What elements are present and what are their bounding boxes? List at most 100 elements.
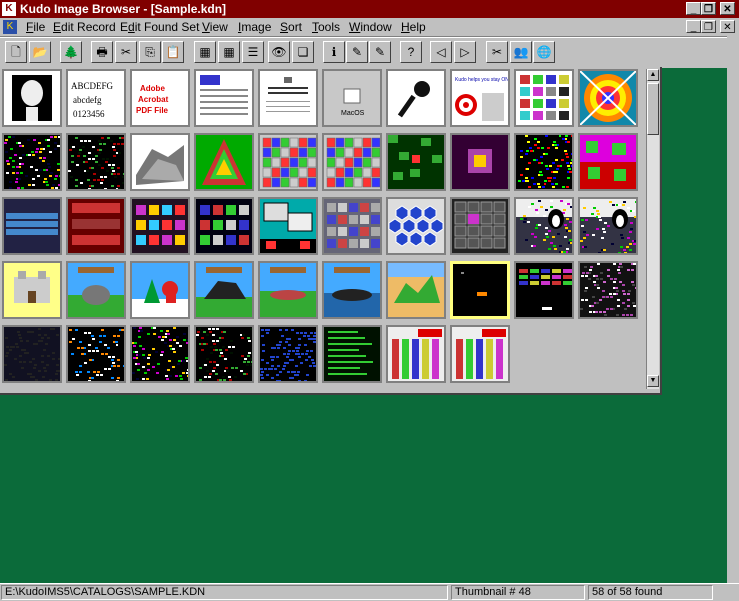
thumbnail[interactable] bbox=[578, 197, 638, 255]
thumbnail[interactable] bbox=[130, 133, 190, 191]
info-icon[interactable]: ℹ bbox=[323, 41, 345, 63]
thumbnail[interactable] bbox=[130, 197, 190, 255]
menu-help[interactable]: Help bbox=[401, 20, 426, 34]
svg-text:Kudo helps you stay ON TARGET!: Kudo helps you stay ON TARGET! bbox=[455, 77, 508, 83]
menu-file[interactable]: File bbox=[26, 20, 45, 34]
thumbnail[interactable] bbox=[450, 197, 510, 255]
menu-edit-found-set[interactable]: Edit Found Set bbox=[120, 20, 199, 34]
thumbnail[interactable] bbox=[194, 261, 254, 319]
thumbnail[interactable] bbox=[322, 133, 382, 191]
thumbnail[interactable] bbox=[258, 261, 318, 319]
stack-icon[interactable]: ❏ bbox=[292, 41, 314, 63]
thumbnail[interactable] bbox=[130, 325, 190, 383]
view-image-icon[interactable]: 👁 bbox=[268, 41, 290, 63]
thumbnail[interactable] bbox=[322, 197, 382, 255]
thumbnail[interactable]: MacOS bbox=[322, 69, 382, 127]
svg-text:Adobe: Adobe bbox=[140, 84, 165, 93]
title-bar: K Kudo Image Browser - [Sample.kdn] _ ❐ … bbox=[0, 0, 739, 18]
thumbnail[interactable] bbox=[130, 261, 190, 319]
new-file-icon[interactable]: 🗋 bbox=[5, 41, 27, 63]
thumbnail[interactable] bbox=[66, 197, 126, 255]
thumbnail[interactable] bbox=[66, 133, 126, 191]
toolbar: 🗋 📂 🌲 🖶 ✂ ⎘ 📋 ▦ ▦ ☰ 👁 ❏ ℹ ✎ ✎? ◁ ▷ ✂ 👥 🌐 bbox=[0, 37, 739, 68]
thumbnail[interactable] bbox=[514, 197, 574, 255]
thumbnail[interactable] bbox=[386, 261, 446, 319]
tools-icon[interactable]: ✂ bbox=[486, 41, 508, 63]
thumbnail[interactable] bbox=[322, 261, 382, 319]
thumbnail[interactable] bbox=[258, 197, 318, 255]
paste-icon[interactable]: 📋 bbox=[162, 41, 184, 63]
thumbnail[interactable]: Kudo helps you stay ON TARGET! bbox=[450, 69, 510, 127]
thumbnail[interactable] bbox=[258, 69, 318, 127]
thumbnail[interactable] bbox=[514, 133, 574, 191]
thumbnail[interactable] bbox=[578, 133, 638, 191]
thumbnail[interactable] bbox=[2, 133, 62, 191]
scroll-down-icon[interactable]: ▼ bbox=[647, 375, 659, 387]
globe-icon[interactable]: 🌐 bbox=[533, 41, 555, 63]
app-icon[interactable]: K bbox=[2, 2, 16, 16]
grid-scrollbar[interactable]: ▲ ▼ bbox=[646, 69, 659, 389]
cut-icon[interactable]: ✂ bbox=[115, 41, 137, 63]
thumbnail[interactable] bbox=[2, 69, 62, 127]
copy-icon[interactable]: ⎘ bbox=[139, 41, 161, 63]
find-next-icon[interactable]: ▷ bbox=[454, 41, 476, 63]
thumbnail[interactable] bbox=[194, 197, 254, 255]
thumbnail[interactable] bbox=[450, 325, 510, 383]
thumbnail-view-small-icon[interactable]: ▦ bbox=[218, 41, 240, 63]
document-icon[interactable]: K bbox=[3, 20, 17, 34]
thumbnail[interactable] bbox=[386, 197, 446, 255]
thumbnail[interactable] bbox=[66, 261, 126, 319]
restore-button[interactable]: ❐ bbox=[701, 2, 716, 15]
thumbnail[interactable] bbox=[386, 325, 446, 383]
doc-minimize-button[interactable]: _ bbox=[686, 20, 701, 33]
open-folder-icon[interactable]: 📂 bbox=[29, 41, 51, 63]
thumbnail[interactable] bbox=[386, 69, 446, 127]
thumbnail[interactable] bbox=[194, 133, 254, 191]
thumbnail[interactable] bbox=[194, 325, 254, 383]
wand-icon[interactable]: ✎ bbox=[346, 41, 368, 63]
thumbnail[interactable]: Adobe Acrobat PDF File bbox=[130, 69, 190, 127]
help-question-icon[interactable]: ? bbox=[400, 41, 422, 63]
main-scrollbar[interactable] bbox=[727, 36, 739, 584]
thumbnail[interactable] bbox=[2, 325, 62, 383]
thumbnail[interactable] bbox=[322, 325, 382, 383]
menu-image[interactable]: Image bbox=[238, 20, 271, 34]
minimize-button[interactable]: _ bbox=[686, 2, 701, 15]
thumbnail[interactable] bbox=[66, 325, 126, 383]
thumbnail[interactable] bbox=[578, 69, 638, 127]
thumbnail[interactable]: ABCDEFG abcdefg 0123456 bbox=[66, 69, 126, 127]
close-button[interactable]: ✕ bbox=[720, 2, 735, 15]
menu-bar: K File Edit Record Edit Found Set View I… bbox=[0, 18, 739, 37]
status-found: 58 of 58 found bbox=[588, 585, 713, 600]
thumbnail[interactable] bbox=[194, 69, 254, 127]
people-icon[interactable]: 👥 bbox=[510, 41, 532, 63]
thumbnail[interactable] bbox=[450, 261, 510, 319]
thumbnail[interactable] bbox=[514, 69, 574, 127]
catalog-icon[interactable]: 🌲 bbox=[60, 41, 82, 63]
list-view-icon[interactable]: ☰ bbox=[242, 41, 264, 63]
thumbnail[interactable] bbox=[450, 133, 510, 191]
thumbnail[interactable] bbox=[578, 261, 638, 319]
print-icon[interactable]: 🖶 bbox=[91, 41, 113, 63]
thumbnail[interactable] bbox=[514, 261, 574, 319]
menu-window[interactable]: Window bbox=[349, 20, 392, 34]
edit-pencil-icon[interactable]: ✎ bbox=[369, 41, 391, 63]
scroll-thumb[interactable] bbox=[647, 83, 659, 135]
find-prev-icon[interactable]: ◁ bbox=[430, 41, 452, 63]
scroll-up-icon[interactable]: ▲ bbox=[647, 69, 659, 81]
svg-text:MacOS: MacOS bbox=[341, 110, 365, 117]
thumbnail-view-large-icon[interactable]: ▦ bbox=[194, 41, 216, 63]
thumbnail[interactable] bbox=[386, 133, 446, 191]
thumbnail[interactable] bbox=[258, 133, 318, 191]
thumbnail[interactable] bbox=[2, 197, 62, 255]
svg-text:PDF File: PDF File bbox=[136, 106, 169, 115]
menu-view[interactable]: View bbox=[202, 20, 228, 34]
menu-tools[interactable]: Tools bbox=[312, 20, 340, 34]
thumbnail[interactable] bbox=[258, 325, 318, 383]
window-title: Kudo Image Browser - [Sample.kdn] bbox=[20, 2, 227, 16]
menu-sort[interactable]: Sort bbox=[280, 20, 302, 34]
menu-edit-record[interactable]: Edit Record bbox=[53, 20, 116, 34]
doc-close-button[interactable]: ✕ bbox=[720, 20, 735, 33]
thumbnail[interactable] bbox=[2, 261, 62, 319]
doc-restore-button[interactable]: ❐ bbox=[701, 20, 716, 33]
